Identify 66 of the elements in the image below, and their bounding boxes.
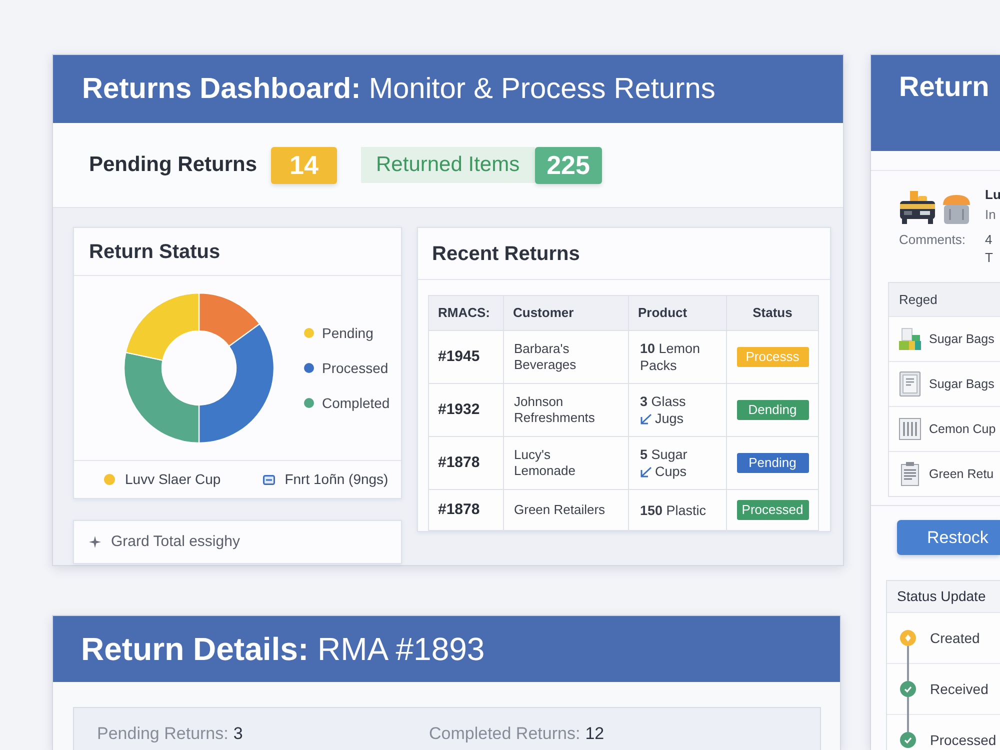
column-header: RMACS: bbox=[428, 296, 504, 330]
legend-label: Luvv Slaer Cup bbox=[125, 470, 221, 489]
info-text: In bbox=[985, 206, 997, 224]
status-step: Created bbox=[930, 630, 980, 646]
summary-value: 3 bbox=[233, 724, 243, 744]
document-icon bbox=[898, 371, 922, 397]
product-text: 5 Sugar bbox=[640, 446, 688, 463]
comments-label: Comments: bbox=[899, 231, 966, 249]
timeline-connector bbox=[907, 697, 909, 732]
stat-count: 225 bbox=[534, 146, 602, 184]
columns-icon bbox=[898, 416, 922, 442]
card-title: Recent Returns bbox=[432, 242, 580, 266]
customer-name: Lu bbox=[985, 186, 1000, 204]
status-badge: Processed bbox=[736, 500, 808, 520]
item-name: Sugar Bags bbox=[929, 376, 994, 393]
product-text: 10 Lemon bbox=[640, 340, 702, 357]
rma-cell: #1945 bbox=[428, 330, 504, 384]
details-title: Return Details: RMA #1893 bbox=[81, 630, 485, 668]
legend-label: Processed bbox=[322, 359, 388, 378]
summary-label: Pending Returns: bbox=[97, 724, 228, 744]
customer-cell: Barbara's Beverages bbox=[504, 330, 628, 384]
stat-count: 14 bbox=[271, 146, 338, 184]
boxes-icon bbox=[898, 326, 922, 352]
total-text: Grard Total essighy bbox=[111, 532, 240, 552]
restock-button[interactable]: Restock bbox=[897, 520, 1000, 555]
timeline-connector bbox=[907, 646, 909, 681]
customer-cell: Lucy's Lemonade bbox=[504, 436, 628, 490]
item-name: Sugar Bags bbox=[929, 330, 994, 348]
rma-cell: #1932 bbox=[428, 384, 504, 436]
product-text: 150 Plastic bbox=[640, 502, 708, 518]
side-title: Return bbox=[899, 70, 990, 104]
column-header: Product bbox=[628, 296, 726, 330]
legend-label: Completed bbox=[322, 394, 390, 413]
card-title: Status Update bbox=[897, 587, 986, 606]
sparkle-icon bbox=[89, 536, 101, 548]
rma-cell: #1878 bbox=[428, 490, 504, 530]
product-text: Cups bbox=[655, 463, 687, 480]
storage-bin-icon bbox=[941, 193, 972, 225]
stat-label: Pending Returns bbox=[89, 152, 258, 178]
legend-label: Fnrt 1oñn (9ngs) bbox=[284, 470, 388, 489]
comment-text: 4 bbox=[985, 231, 994, 249]
status-step: Received bbox=[930, 681, 988, 697]
legend-label: Pending bbox=[322, 324, 374, 343]
clipboard-icon bbox=[898, 461, 922, 487]
product-text: Jugs bbox=[655, 410, 684, 427]
summary-value: 12 bbox=[585, 724, 604, 744]
stat-label: Returned Items bbox=[361, 147, 535, 183]
rma-cell: #1878 bbox=[428, 436, 504, 490]
item-name: Cemon Cup bbox=[929, 420, 996, 438]
product-text: 3 Glass bbox=[640, 393, 687, 410]
customer-cell: Johnson Refreshments bbox=[504, 384, 628, 436]
status-badge: Pending bbox=[736, 453, 808, 473]
column-header: Status bbox=[726, 296, 818, 330]
item-name: Green Retu bbox=[929, 466, 994, 483]
dashboard-title: Returns Dashboard: Monitor & Process Returns bbox=[82, 72, 716, 106]
customer-cell: Green Retailers bbox=[504, 490, 628, 530]
column-header: Customer bbox=[504, 296, 628, 330]
cash-register-icon bbox=[899, 191, 936, 225]
comment-text: T bbox=[985, 249, 994, 267]
status-badge: Processs bbox=[736, 347, 808, 367]
card-title: Return Status bbox=[89, 240, 220, 264]
status-step: Processed bbox=[930, 732, 996, 748]
summary-label: Completed Returns: bbox=[429, 724, 580, 744]
product-text: Packs bbox=[640, 357, 677, 374]
column-header: Reged bbox=[899, 290, 938, 309]
status-badge: Dending bbox=[736, 400, 808, 420]
